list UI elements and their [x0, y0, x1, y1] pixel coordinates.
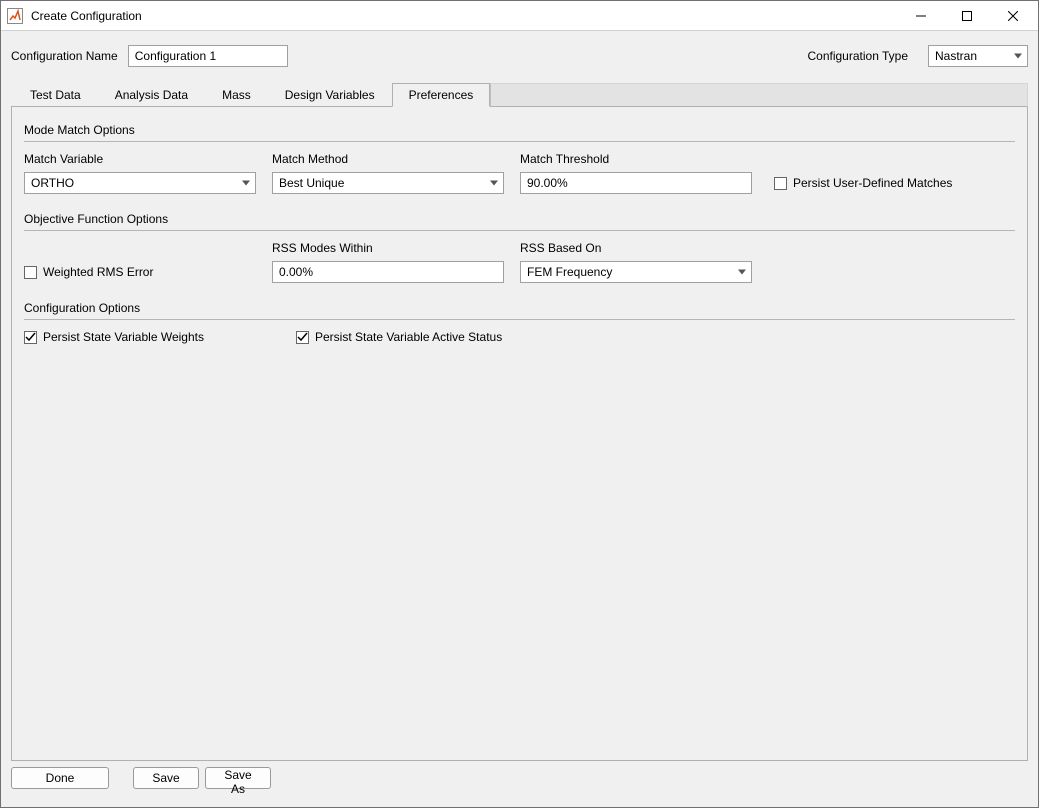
rss-modes-input[interactable]	[272, 261, 504, 283]
checkbox-box	[774, 177, 787, 190]
row-config-options: Persist State Variable Weights Persist S…	[24, 330, 1015, 344]
match-variable-label: Match Variable	[24, 152, 272, 166]
tabstrip-background	[490, 83, 1028, 107]
chevron-down-icon	[738, 270, 746, 275]
footer: Done Save Save As	[11, 761, 1028, 797]
chevron-down-icon	[242, 181, 250, 186]
match-threshold-label: Match Threshold	[520, 152, 768, 166]
match-method-dropdown[interactable]: Best Unique	[272, 172, 504, 194]
tab-design-variables[interactable]: Design Variables	[268, 83, 392, 107]
tab-preferences[interactable]: Preferences	[392, 83, 491, 107]
match-threshold-input[interactable]	[520, 172, 752, 194]
config-type-dropdown[interactable]: Nastran	[928, 45, 1028, 67]
tab-mass[interactable]: Mass	[205, 83, 268, 107]
persist-weights-label: Persist State Variable Weights	[43, 330, 204, 344]
row-obj-fn-controls: Weighted RMS Error FEM Frequency	[24, 261, 1015, 283]
persist-active-checkbox[interactable]: Persist State Variable Active Status	[296, 330, 502, 344]
minimize-button[interactable]	[898, 1, 944, 31]
row-mode-match-labels: Match Variable Match Method Match Thresh…	[24, 152, 1015, 172]
section-obj-fn-title: Objective Function Options	[24, 212, 1015, 226]
tab-panel-preferences: Mode Match Options Match Variable Match …	[11, 107, 1028, 761]
chevron-down-icon	[1014, 54, 1022, 59]
checkbox-box	[296, 331, 309, 344]
close-button[interactable]	[990, 1, 1036, 31]
section-separator	[24, 141, 1015, 142]
weighted-rms-checkbox[interactable]: Weighted RMS Error	[24, 265, 272, 279]
rss-based-value: FEM Frequency	[527, 265, 612, 279]
persist-matches-checkbox[interactable]: Persist User-Defined Matches	[774, 176, 952, 190]
header-row: Configuration Name Configuration Type Na…	[11, 45, 1028, 67]
match-method-label: Match Method	[272, 152, 520, 166]
tabstrip: Test Data Analysis Data Mass Design Vari…	[11, 83, 1028, 107]
save-as-button[interactable]: Save As	[205, 767, 271, 789]
match-variable-value: ORTHO	[31, 176, 74, 190]
config-type-value: Nastran	[935, 49, 977, 63]
save-button[interactable]: Save	[133, 767, 199, 789]
checkbox-box	[24, 331, 37, 344]
section-separator	[24, 319, 1015, 320]
persist-matches-label: Persist User-Defined Matches	[793, 176, 952, 190]
done-button[interactable]: Done	[11, 767, 109, 789]
window: Create Configuration Configuration Name …	[0, 0, 1039, 808]
matlab-icon	[7, 8, 23, 24]
rss-modes-label: RSS Modes Within	[272, 241, 520, 255]
row-mode-match-controls: ORTHO Best Unique Persist Us	[24, 172, 1015, 194]
titlebar: Create Configuration	[1, 1, 1038, 31]
config-type-label: Configuration Type	[807, 49, 908, 63]
weighted-rms-label: Weighted RMS Error	[43, 265, 153, 279]
row-obj-fn-labels: RSS Modes Within RSS Based On	[24, 241, 1015, 261]
section-config-options-title: Configuration Options	[24, 301, 1015, 315]
tab-test-data[interactable]: Test Data	[13, 83, 98, 107]
content: Configuration Name Configuration Type Na…	[1, 31, 1038, 807]
chevron-down-icon	[490, 181, 498, 186]
maximize-button[interactable]	[944, 1, 990, 31]
rss-based-dropdown[interactable]: FEM Frequency	[520, 261, 752, 283]
rss-based-label: RSS Based On	[520, 241, 768, 255]
section-separator	[24, 230, 1015, 231]
match-variable-dropdown[interactable]: ORTHO	[24, 172, 256, 194]
persist-active-label: Persist State Variable Active Status	[315, 330, 502, 344]
config-name-input[interactable]	[128, 45, 288, 67]
config-name-label: Configuration Name	[11, 49, 118, 63]
section-mode-match-title: Mode Match Options	[24, 123, 1015, 137]
checkbox-box	[24, 266, 37, 279]
tab-analysis-data[interactable]: Analysis Data	[98, 83, 205, 107]
window-title: Create Configuration	[31, 9, 898, 23]
match-method-value: Best Unique	[279, 176, 344, 190]
persist-weights-checkbox[interactable]: Persist State Variable Weights	[24, 330, 296, 344]
